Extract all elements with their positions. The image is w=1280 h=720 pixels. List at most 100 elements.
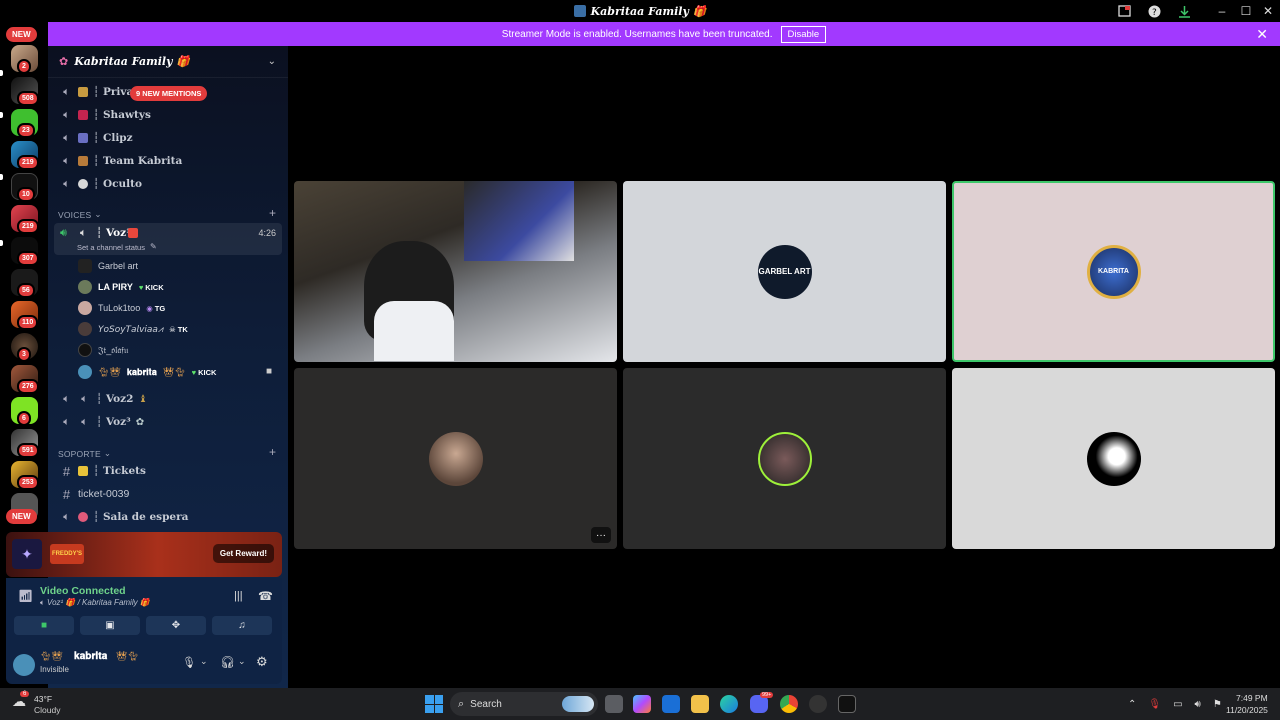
steam-icon[interactable]: [809, 695, 827, 713]
banner-close-icon[interactable]: ✕: [1256, 26, 1268, 43]
cat-emoji-icon: 🐈︎👑︎: [40, 651, 63, 661]
microphone-icon[interactable]: 🎙︎: [1148, 699, 1161, 710]
clock-date[interactable]: 11/20/2025: [1226, 705, 1268, 715]
channel-item[interactable]: # ┆ Tickets: [54, 460, 282, 482]
badge-icon: ◉: [146, 303, 153, 313]
task-view-icon[interactable]: [605, 695, 623, 713]
video-tile[interactable]: ···: [294, 368, 617, 549]
volume-icon[interactable]: 🔊︎: [1195, 699, 1201, 710]
user-avatar: [428, 431, 483, 486]
video-tile-camera[interactable]: [294, 181, 617, 362]
channel-item[interactable]: 🔈︎ ┆ Shawtys: [54, 104, 282, 126]
channel-emoji-icon: [78, 156, 88, 166]
chevron-down-icon[interactable]: ⌄: [268, 56, 276, 67]
chevron-up-icon[interactable]: ⌃: [1128, 699, 1136, 710]
gear-icon[interactable]: ⚙: [256, 654, 268, 670]
voice-icon: 🔈︎: [63, 415, 70, 428]
cat-emoji-icon: 🐈︎👑︎: [98, 366, 121, 377]
server-badge: 3: [17, 347, 31, 362]
member-tag: ◉ TG: [146, 303, 166, 313]
voice-member-self[interactable]: 🐈︎👑︎ 𝐤𝐚𝐛𝐫𝐢𝐭𝐚 👑︎🐈︎ ♥ KICK: [78, 362, 278, 382]
channel-item[interactable]: 🔈︎ ┆ Clipz: [54, 127, 282, 149]
channel-emoji-icon: [78, 179, 88, 189]
skull-icon: ☠: [169, 324, 176, 334]
minimize-icon[interactable]: –: [1214, 0, 1230, 22]
screen-share-button[interactable]: ▣: [80, 616, 140, 635]
channel-item[interactable]: 🔈︎ ┆ Oculto: [54, 173, 282, 195]
chevron-down-icon[interactable]: ⌄: [200, 656, 208, 667]
active-voice-channel[interactable]: 🔊︎ 🔈︎ ┆ Voz¹ 4:26 Set a channel status ✎: [54, 223, 282, 255]
new-mentions-pill[interactable]: 9 NEW MENTIONS: [130, 86, 208, 101]
new-unreads-pill[interactable]: NEW: [6, 27, 37, 42]
avatar[interactable]: [13, 654, 35, 676]
channel-item[interactable]: 🔈︎ 🔈︎ ┆ Voz2 ♝: [54, 388, 282, 410]
heart-icon: ♥: [138, 282, 144, 292]
category-soporte[interactable]: SOPORTE ⌄: [58, 448, 111, 459]
epic-games-icon[interactable]: [838, 695, 856, 713]
taskbar-search[interactable]: ⌕ Search: [450, 692, 598, 716]
banner-text: Streamer Mode is enabled. Usernames have…: [501, 28, 773, 40]
notification-icon[interactable]: ⚑: [1213, 699, 1222, 710]
set-channel-status[interactable]: Set a channel status: [77, 243, 145, 252]
server-badge: 10: [17, 187, 35, 202]
quest-icon: ✦: [12, 539, 42, 569]
user-panel: 🐈︎👑︎ 𝐤𝐚𝐛𝐫𝐢𝐭𝐚 👑︎🐈︎ Invisible 🎙︎ ⌄ 🎧︎ ⌄ ⚙: [6, 648, 282, 684]
connection-icon[interactable]: 📶︎: [18, 589, 33, 603]
windows-start-icon[interactable]: [425, 695, 443, 713]
voice-member[interactable]: TuLok1too ◉ TG: [78, 298, 165, 318]
help-icon[interactable]: ?: [1146, 0, 1162, 22]
add-channel-icon[interactable]: +: [269, 445, 276, 459]
channel-item[interactable]: 🔈︎ 🔈︎ ┆ Voz³ ✿: [54, 411, 282, 433]
video-tile-speaking[interactable]: KABRITA: [952, 181, 1275, 362]
video-tile[interactable]: [952, 368, 1275, 549]
disconnect-icon[interactable]: ☎: [258, 589, 273, 603]
network-icon[interactable]: ▭: [1173, 699, 1182, 710]
get-reward-button[interactable]: Get Reward!: [212, 544, 274, 563]
close-window-icon[interactable]: ✕: [1260, 0, 1276, 22]
voice-member[interactable]: LA PIRY ♥ KICK: [78, 277, 164, 297]
noise-suppression-icon[interactable]: |||: [234, 590, 243, 602]
speaker-icon: 🔈︎: [40, 598, 48, 607]
video-tile[interactable]: GARBEL ART: [623, 181, 946, 362]
soundboard-button[interactable]: ♫: [212, 616, 272, 635]
maximize-icon[interactable]: ☐: [1238, 0, 1254, 22]
clock-time[interactable]: 7:49 PM: [1236, 693, 1268, 703]
voice-member[interactable]: 𝘠𝘰𝘚𝘰𝘺𝘛𝘢𝘭𝘷𝘪𝘢𝘢⩘ ☠ TK: [78, 319, 188, 339]
chrome-icon[interactable]: [780, 695, 798, 713]
headphones-icon[interactable]: 🎧︎: [220, 655, 235, 669]
channel-item[interactable]: # ticket-0039: [54, 483, 282, 505]
file-explorer-icon[interactable]: [691, 695, 709, 713]
speaker-icon: 🔈︎: [63, 85, 70, 98]
download-icon[interactable]: [1176, 0, 1192, 22]
copilot-icon[interactable]: [633, 695, 651, 713]
game-logo: FREDDY'S: [50, 544, 84, 564]
heart-icon: ♥: [191, 367, 197, 377]
channel-item[interactable]: 🔈︎ ┆ Sala de espera: [54, 506, 282, 528]
speaker-icon: 🔈︎: [63, 510, 70, 523]
video-tile[interactable]: [623, 368, 946, 549]
chevron-down-icon: ⌄: [94, 209, 102, 219]
channel-item[interactable]: 🔈︎ ┆ Team Kabrita: [54, 150, 282, 172]
avatar: [78, 259, 92, 273]
inbox-icon[interactable]: [1116, 0, 1132, 22]
camera-button[interactable]: ■: [14, 616, 74, 635]
server-badge: 56: [17, 283, 35, 298]
voice-member[interactable]: Garbel art: [78, 256, 138, 276]
server-header[interactable]: ✿ Kabritaa Family 🎁 ⌄: [48, 46, 288, 78]
category-voices[interactable]: VOICES ⌄: [58, 209, 102, 220]
activities-button[interactable]: ✥: [146, 616, 206, 635]
microphone-icon[interactable]: 🎙︎: [182, 656, 196, 669]
more-options-button[interactable]: ···: [591, 527, 611, 543]
voice-member[interactable]: 𝔍𝔱_𝔬𝔩𝔞𝔣𝔲: [78, 340, 128, 360]
new-unreads-pill[interactable]: NEW: [6, 509, 37, 524]
outlook-icon[interactable]: [662, 695, 680, 713]
server-name: Kabritaa Family 🎁: [74, 55, 190, 68]
speaker-icon: 🔈︎: [80, 227, 87, 239]
chevron-down-icon[interactable]: ⌄: [238, 656, 246, 667]
add-channel-icon[interactable]: +: [269, 206, 276, 220]
server-badge: 591: [17, 443, 39, 458]
speaker-icon: 🔈︎: [63, 108, 70, 121]
edge-icon[interactable]: [720, 695, 738, 713]
disable-button[interactable]: Disable: [780, 25, 827, 43]
server-badge: 253: [17, 475, 39, 490]
